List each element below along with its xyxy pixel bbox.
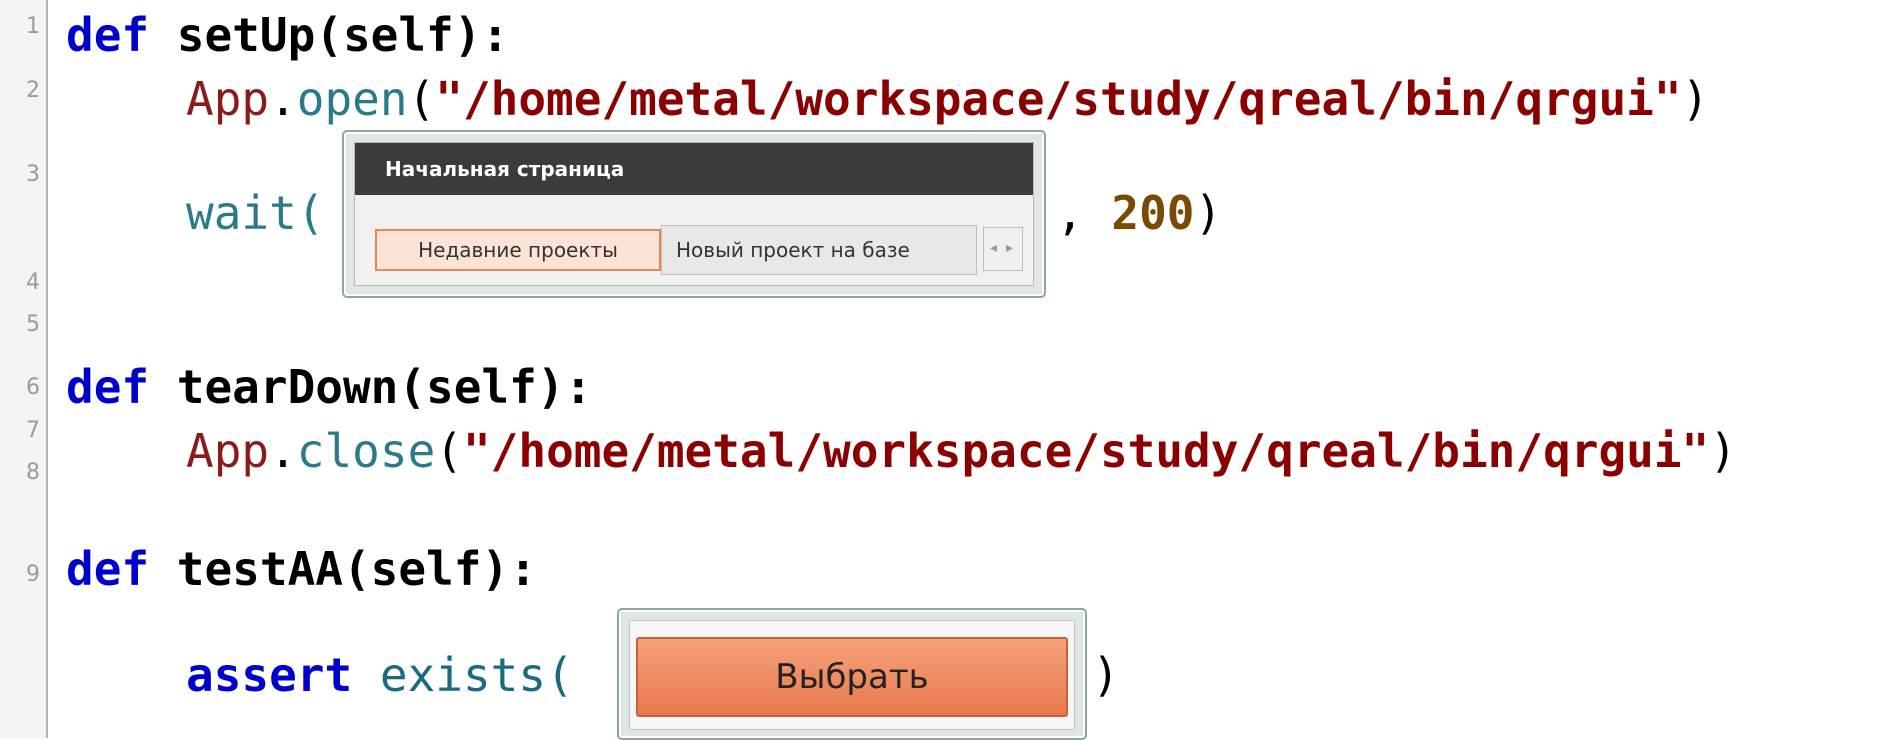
start-page-window: Начальная страница Недавние проекты Новы…	[354, 142, 1034, 286]
line-number: 4	[26, 270, 40, 295]
method-open: open	[296, 72, 408, 126]
screenshot-image-select-button[interactable]: Выбрать	[617, 608, 1087, 740]
tab-scroll-arrows: ◂ ▸	[983, 227, 1023, 271]
paren-close: )	[1681, 72, 1710, 126]
keyword-def: def	[66, 8, 150, 62]
line-number: 3	[26, 162, 40, 187]
line-number: 9	[26, 562, 40, 587]
comma: ,	[1056, 186, 1112, 240]
screenshot-image-start-page[interactable]: Начальная страница Недавние проекты Новы…	[342, 130, 1046, 298]
code-line-3-start[interactable]: wait(	[186, 190, 324, 236]
line-number: 2	[26, 78, 40, 103]
code-line-5[interactable]: def tearDown(self):	[66, 364, 592, 410]
line-number-gutter: 1 2 3 4 5 6 7 8 9	[0, 0, 48, 738]
select-button-capture: Выбрать	[629, 620, 1075, 730]
line-number: 8	[26, 460, 40, 485]
code-line-6[interactable]: App.close("/home/metal/workspace/study/q…	[186, 428, 1737, 474]
path-string: "/home/metal/workspace/study/qreal/bin/q…	[435, 72, 1682, 126]
paren-close: )	[1194, 186, 1223, 240]
line-number: 6	[26, 375, 40, 400]
code-line-8[interactable]: def testAA(self):	[66, 546, 537, 592]
keyword-assert: assert	[186, 648, 353, 702]
code-line-9-start[interactable]: assert exists(	[186, 652, 574, 698]
paren-open: (	[407, 72, 436, 126]
line-number: 5	[26, 312, 40, 337]
app-object: App	[186, 72, 270, 126]
scroll-right-icon: ▸	[1006, 240, 1014, 256]
select-button: Выбрать	[636, 637, 1068, 717]
window-titlebar: Начальная страница	[355, 143, 1033, 195]
code-line-3-end[interactable]: , 200)	[1056, 190, 1222, 236]
line-number: 1	[26, 14, 40, 39]
function-signature: testAA(self):	[176, 542, 537, 596]
dot: .	[269, 424, 297, 478]
keyword-def: def	[66, 360, 150, 414]
code-line-2[interactable]: App.open("/home/metal/workspace/study/qr…	[186, 76, 1709, 122]
path-string: "/home/metal/workspace/study/qreal/bin/q…	[462, 424, 1710, 478]
keyword-def: def	[66, 542, 150, 596]
wait-call: wait(	[186, 186, 325, 240]
paren-close: )	[1709, 424, 1737, 478]
dot: .	[269, 72, 297, 126]
code-line-1[interactable]: def setUp(self):	[66, 12, 509, 58]
line-number: 7	[26, 418, 40, 443]
timeout-number: 200	[1111, 186, 1195, 240]
tab-new-project: Новый проект на базе	[661, 225, 977, 275]
method-close: close	[296, 424, 436, 478]
function-signature: setUp(self):	[176, 8, 510, 62]
tab-recent-projects: Недавние проекты	[375, 229, 661, 271]
exists-call: exists(	[379, 648, 574, 702]
code-line-9-end[interactable]: )	[1092, 652, 1120, 698]
paren-open: (	[435, 424, 463, 478]
script-editor[interactable]: 1 2 3 4 5 6 7 8 9 def setUp(self): App.o…	[0, 0, 1903, 740]
function-signature: tearDown(self):	[176, 360, 593, 414]
paren-close: )	[1092, 648, 1120, 702]
app-object: App	[186, 424, 270, 478]
scroll-left-icon: ◂	[990, 240, 998, 256]
